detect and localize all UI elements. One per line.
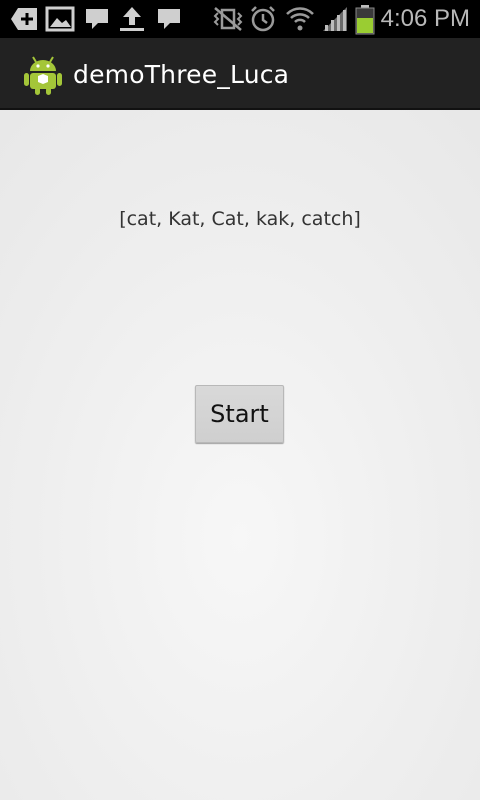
gallery-icon	[45, 5, 75, 37]
add-icon	[10, 5, 40, 37]
words-list-text: [cat, Kat, Cat, kak, catch]	[119, 208, 361, 230]
message-icon	[84, 5, 110, 37]
wifi-icon	[285, 5, 315, 37]
app-title: demoThree_Luca	[73, 60, 290, 89]
message-icon	[156, 5, 182, 37]
status-bar: 4:06 PM	[0, 0, 480, 38]
vibrate-mute-icon	[212, 5, 244, 37]
android-icon	[22, 52, 64, 100]
action-bar: demoThree_Luca	[0, 38, 480, 110]
start-button[interactable]: Start	[195, 385, 284, 443]
status-time: 4:06 PM	[380, 5, 470, 32]
upload-icon	[117, 5, 147, 37]
battery-icon	[355, 5, 375, 39]
alarm-icon	[249, 5, 277, 37]
signal-icon	[321, 5, 349, 37]
main-content: [cat, Kat, Cat, kak, catch] Start	[0, 110, 480, 800]
